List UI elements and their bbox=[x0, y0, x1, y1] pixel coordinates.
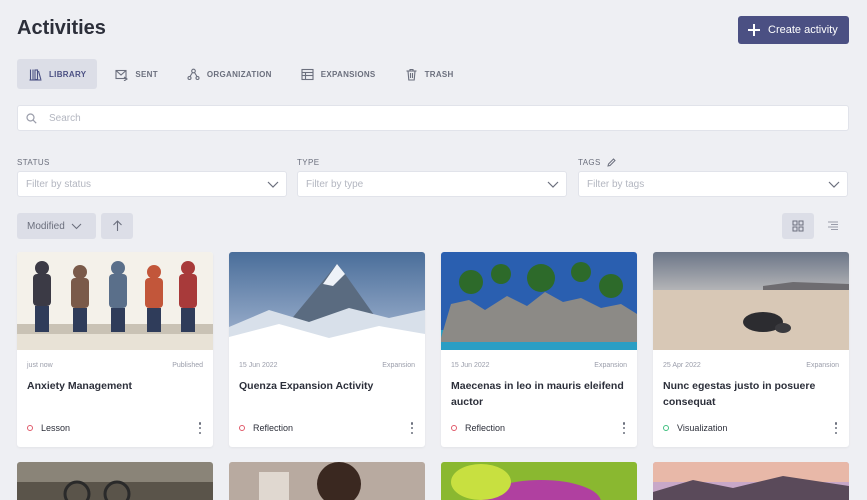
create-activity-label: Create activity bbox=[768, 24, 838, 36]
status-filter-select[interactable]: Filter by status bbox=[17, 171, 287, 197]
card-title: Quenza Expansion Activity bbox=[239, 380, 374, 392]
activity-card[interactable]: 15 Jun 2022 Expansion Quenza Expansion A… bbox=[229, 252, 425, 447]
more-options-icon[interactable] bbox=[833, 422, 839, 434]
page-title: Activities bbox=[17, 17, 106, 39]
tab-bar: LIBRARY SENT ORGANIZATION EXPANSIONS TRA… bbox=[17, 59, 471, 89]
type-filter-placeholder: Filter by type bbox=[306, 178, 364, 190]
tab-label: SENT bbox=[135, 69, 158, 79]
card-type: Lesson bbox=[27, 423, 70, 433]
plus-icon bbox=[748, 24, 760, 36]
card-status: Expansion bbox=[382, 362, 415, 369]
card-date: just now bbox=[27, 362, 53, 369]
card-type: Reflection bbox=[239, 423, 293, 433]
activity-card[interactable]: 15 Jun 2022 Expansion Maecenas in leo in… bbox=[441, 252, 637, 447]
list-view-button[interactable] bbox=[817, 213, 849, 239]
tab-sent[interactable]: SENT bbox=[103, 59, 169, 89]
green-plant-closeup[interactable] bbox=[441, 462, 637, 500]
chevron-down-icon bbox=[267, 181, 279, 188]
tags-filter-label: TAGS bbox=[578, 158, 616, 167]
expansions-icon bbox=[301, 68, 314, 80]
tab-library[interactable]: LIBRARY bbox=[17, 59, 98, 89]
type-filter-label: TYPE bbox=[297, 158, 320, 167]
status-filter-placeholder: Filter by status bbox=[26, 178, 92, 190]
card-status: Expansion bbox=[806, 362, 839, 369]
tab-expansions[interactable]: EXPANSIONS bbox=[289, 59, 387, 89]
sort-label: Modified bbox=[27, 220, 65, 232]
beach-rock-sunset bbox=[653, 252, 849, 350]
type-dot-icon bbox=[239, 425, 245, 431]
card-status: Published bbox=[172, 362, 203, 369]
card-type: Reflection bbox=[451, 423, 505, 433]
arrow-up-icon bbox=[112, 220, 122, 231]
chevron-down-icon bbox=[828, 181, 840, 188]
sort-direction-button[interactable] bbox=[101, 213, 133, 239]
library-icon bbox=[29, 68, 42, 81]
activity-card[interactable]: 25 Apr 2022 Expansion Nunc egestas justo… bbox=[653, 252, 849, 447]
sort-select[interactable]: Modified bbox=[17, 213, 96, 239]
tab-label: LIBRARY bbox=[49, 69, 87, 79]
grid-view-button[interactable] bbox=[782, 213, 814, 239]
card-type: Visualization bbox=[663, 423, 727, 433]
trash-icon bbox=[406, 68, 417, 81]
status-filter-label: STATUS bbox=[17, 158, 50, 167]
card-type-label: Visualization bbox=[677, 423, 728, 433]
tags-filter-select[interactable]: Filter by tags bbox=[578, 171, 848, 197]
more-options-icon[interactable] bbox=[197, 422, 203, 434]
chevron-down-icon bbox=[71, 223, 82, 230]
type-dot-icon bbox=[451, 425, 457, 431]
create-activity-button[interactable]: Create activity bbox=[738, 16, 849, 44]
tab-organization[interactable]: ORGANIZATION bbox=[175, 59, 283, 89]
tab-trash[interactable]: TRASH bbox=[393, 59, 465, 89]
card-date: 15 Jun 2022 bbox=[239, 362, 278, 369]
purple-sunset-landscape[interactable] bbox=[653, 462, 849, 500]
search-bar bbox=[17, 105, 849, 131]
chevron-down-icon bbox=[547, 181, 559, 188]
grid-view-icon bbox=[792, 220, 804, 232]
type-dot-icon bbox=[663, 425, 669, 431]
type-dot-icon bbox=[27, 425, 33, 431]
organization-icon bbox=[187, 68, 200, 80]
people-sitting-illustration bbox=[17, 252, 213, 350]
card-date: 25 Apr 2022 bbox=[663, 362, 701, 369]
card-type-label: Reflection bbox=[253, 423, 294, 433]
woman-curly-hair[interactable] bbox=[229, 462, 425, 500]
card-title: Nunc egestas justo in posuere consequat bbox=[663, 380, 816, 408]
card-type-label: Lesson bbox=[41, 423, 71, 433]
more-options-icon[interactable] bbox=[621, 422, 627, 434]
tropical-island-rocks bbox=[441, 252, 637, 350]
tab-label: ORGANIZATION bbox=[206, 69, 272, 79]
list-view-icon bbox=[828, 221, 838, 230]
card-date: 15 Jun 2022 bbox=[451, 362, 490, 369]
type-filter-select[interactable]: Filter by type bbox=[297, 171, 567, 197]
activity-card[interactable]: just now Published Anxiety Management Le… bbox=[17, 252, 213, 447]
card-status: Expansion bbox=[594, 362, 627, 369]
card-title: Maecenas in leo in mauris eleifend aucto… bbox=[451, 380, 624, 408]
card-type-label: Reflection bbox=[465, 423, 506, 433]
mountain-peak bbox=[229, 252, 425, 350]
glasses-on-table[interactable] bbox=[17, 462, 213, 500]
search-input[interactable] bbox=[49, 112, 809, 124]
more-options-icon[interactable] bbox=[409, 422, 415, 434]
edit-tags-icon[interactable] bbox=[607, 158, 616, 167]
tags-filter-placeholder: Filter by tags bbox=[587, 178, 645, 190]
card-title: Anxiety Management bbox=[27, 380, 133, 392]
sent-icon bbox=[115, 69, 129, 81]
tab-label: TRASH bbox=[424, 69, 454, 79]
tab-label: EXPANSIONS bbox=[320, 69, 376, 79]
search-icon bbox=[26, 112, 37, 124]
